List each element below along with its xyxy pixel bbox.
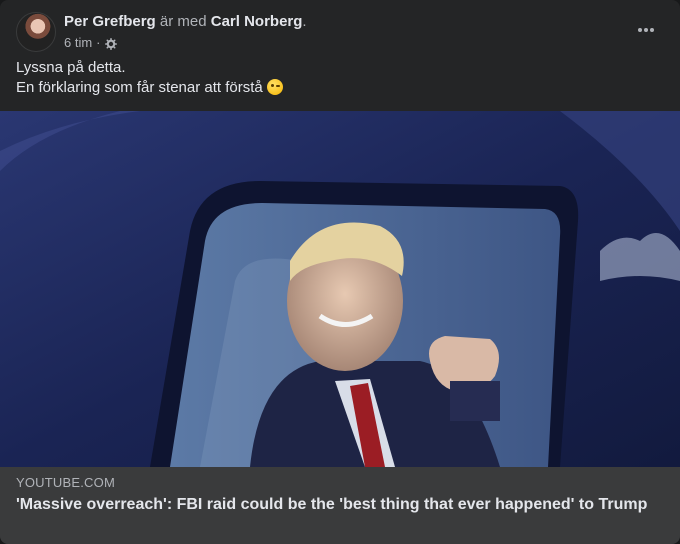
link-preview-image[interactable]: [0, 111, 680, 467]
smirking-face-emoji: [266, 79, 283, 95]
post-text-line-2-text: En förklaring som får stenar att förstå: [16, 79, 263, 96]
gear-icon[interactable]: [104, 37, 117, 50]
separator: ·: [96, 35, 101, 50]
link-preview-caption[interactable]: YOUTUBE.COM 'Massive overreach': FBI rai…: [0, 467, 680, 544]
author-name[interactable]: Per Grefberg: [64, 13, 156, 30]
post-text: Lyssna på detta. En förklaring som får s…: [16, 58, 664, 98]
post-text-line-2: En förklaring som får stenar att förstå: [16, 78, 664, 98]
post-time-line: 6 tim ·: [64, 34, 307, 52]
period: .: [302, 13, 307, 30]
tagged-name[interactable]: Carl Norberg: [211, 13, 303, 30]
with-text: är med: [155, 13, 211, 30]
more-options-icon[interactable]: [636, 20, 656, 40]
car-window-photo: [0, 111, 680, 467]
avatar[interactable]: [16, 12, 56, 52]
post-card: Per Grefberg är med Carl Norberg. 6 tim …: [0, 0, 680, 544]
post-timestamp[interactable]: 6 tim: [64, 34, 92, 52]
author-line: Per Grefberg är med Carl Norberg.: [64, 12, 307, 32]
link-domain: YOUTUBE.COM: [16, 475, 115, 490]
post-meta: Per Grefberg är med Carl Norberg. 6 tim …: [64, 12, 307, 52]
post-text-line-1: Lyssna på detta.: [16, 59, 126, 76]
post-header: Per Grefberg är med Carl Norberg. 6 tim …: [16, 12, 664, 54]
link-title[interactable]: 'Massive overreach': FBI raid could be t…: [16, 494, 650, 515]
